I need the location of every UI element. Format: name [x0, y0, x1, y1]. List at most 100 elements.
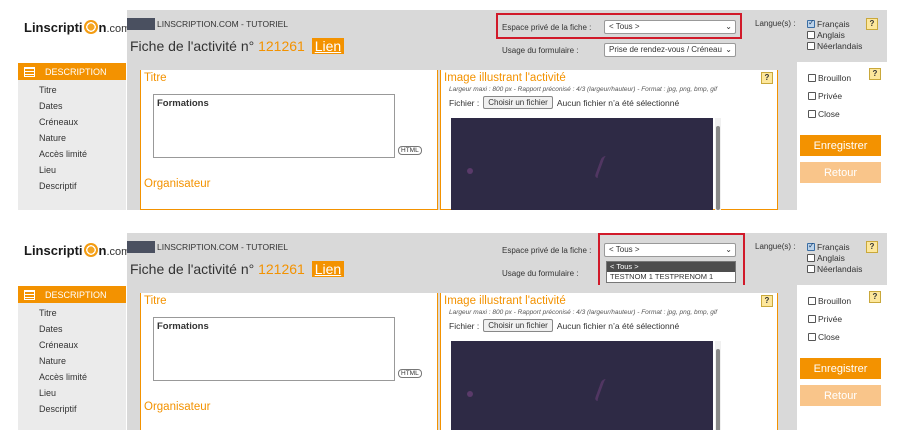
- checkbox-icon: [807, 241, 815, 251]
- usage-select[interactable]: Prise de rendez-vous / Créneau ⌄: [604, 43, 736, 57]
- help-icon[interactable]: ?: [866, 241, 878, 253]
- brouillon-checkbox[interactable]: Brouillon: [808, 69, 851, 87]
- scroll-thumb[interactable]: [716, 126, 720, 210]
- highlight-box: [496, 13, 742, 39]
- file-status: Aucun fichier n’a été sélectionné: [556, 320, 680, 331]
- languages-list: Français Anglais Néerlandais: [807, 18, 862, 51]
- help-icon[interactable]: ?: [869, 291, 881, 303]
- lang-anglais-checkbox[interactable]: Anglais: [807, 252, 862, 263]
- file-input-row: Fichier : Choisir un fichier Aucun fichi…: [449, 96, 680, 109]
- file-status: Aucun fichier n’a été sélectionné: [556, 97, 680, 108]
- image-preview: [451, 341, 713, 430]
- nav-item-lieu[interactable]: Lieu: [39, 162, 126, 178]
- decorative-shape: [593, 156, 615, 178]
- privee-checkbox[interactable]: Privée: [808, 87, 851, 105]
- lang-neerlandais-checkbox[interactable]: Néerlandais: [807, 40, 862, 51]
- nav-item-lieu[interactable]: Lieu: [39, 385, 126, 401]
- help-icon[interactable]: ?: [761, 295, 773, 307]
- nav-item-nature[interactable]: Nature: [39, 353, 126, 369]
- site-logo[interactable]: Linscripti n.com: [24, 20, 130, 35]
- nav-item-descriptif[interactable]: Descriptif: [39, 401, 126, 417]
- help-icon[interactable]: ?: [866, 18, 878, 30]
- image-heading: Image illustrant l'activité: [444, 295, 566, 307]
- html-button[interactable]: HTML: [398, 146, 422, 155]
- scroll-thumb[interactable]: [716, 349, 720, 430]
- choose-file-button[interactable]: Choisir un fichier: [483, 96, 553, 109]
- checkbox-icon: [807, 253, 815, 262]
- fiche-number: 121261: [258, 261, 305, 277]
- site-logo[interactable]: Linscripti n.com: [24, 243, 130, 258]
- nav-description-header[interactable]: DESCRIPTION: [18, 63, 126, 80]
- checkbox-icon: [807, 41, 815, 50]
- usage-label: Usage du formulaire :: [502, 269, 579, 278]
- checkbox-icon: [808, 297, 816, 305]
- back-button[interactable]: Retour: [800, 385, 881, 406]
- languages-list: Français Anglais Néerlandais: [807, 241, 862, 274]
- fiche-number: 121261: [258, 38, 305, 54]
- lang-anglais-checkbox[interactable]: Anglais: [807, 29, 862, 40]
- help-icon[interactable]: ?: [761, 72, 773, 84]
- organisateur-heading: Organisateur: [144, 401, 211, 413]
- sun-icon: [83, 243, 98, 257]
- image-requirements-note: Largeur maxi : 800 px - Rapport préconis…: [449, 309, 718, 316]
- titre-textarea[interactable]: Formations: [153, 94, 395, 158]
- titre-heading: Titre: [144, 295, 167, 307]
- org-logo-block: [127, 18, 155, 30]
- lien-link[interactable]: Lien: [311, 261, 345, 277]
- titre-textarea[interactable]: Formations: [153, 317, 395, 381]
- dropdown-option[interactable]: TESTNOM 1 TESTPRENOM 1: [607, 272, 735, 282]
- image-preview: [451, 118, 713, 210]
- back-button[interactable]: Retour: [800, 162, 881, 183]
- nav-description-header[interactable]: DESCRIPTION: [18, 286, 126, 303]
- nav-item-acces-limite[interactable]: Accès limité: [39, 369, 126, 385]
- lang-francais-checkbox[interactable]: Français: [807, 241, 862, 252]
- brouillon-checkbox[interactable]: Brouillon: [808, 292, 851, 310]
- languages-label: Langue(s) :: [755, 242, 796, 251]
- decorative-shape: [593, 379, 615, 401]
- screenshot-panel-open: Linscripti n.com LINSCRIPTION.COM - TUTOR…: [0, 233, 900, 430]
- lang-francais-checkbox[interactable]: Français: [807, 18, 862, 29]
- options-list: Brouillon Privée Close: [808, 69, 851, 123]
- organisateur-heading: Organisateur: [144, 178, 211, 190]
- checkbox-icon: [808, 74, 816, 82]
- image-requirements-note: Largeur maxi : 800 px - Rapport préconis…: [449, 86, 718, 93]
- save-button[interactable]: Enregistrer: [800, 135, 881, 156]
- chevron-down-icon: ⌄: [725, 45, 732, 54]
- nav-item-creneaux[interactable]: Créneaux: [39, 337, 126, 353]
- page-title: Fiche de l'activité n° 121261 Lien: [130, 261, 345, 277]
- preview-scrollbar[interactable]: [715, 341, 721, 430]
- image-section: Image illustrant l'activité ? Largeur ma…: [440, 293, 778, 430]
- image-section: Image illustrant l'activité ? Largeur ma…: [440, 70, 778, 210]
- nav-item-creneaux[interactable]: Créneaux: [39, 114, 126, 130]
- checkbox-icon: [808, 110, 816, 118]
- nav-item-dates[interactable]: Dates: [39, 321, 126, 337]
- save-button[interactable]: Enregistrer: [800, 358, 881, 379]
- nav-list: Titre Dates Créneaux Nature Accès limité…: [18, 80, 126, 210]
- lang-neerlandais-checkbox[interactable]: Néerlandais: [807, 263, 862, 274]
- nav-item-titre[interactable]: Titre: [39, 82, 126, 98]
- titre-section: Titre Formations HTML Organisateur: [140, 293, 438, 430]
- titre-heading: Titre: [144, 72, 167, 84]
- lien-link[interactable]: Lien: [311, 38, 345, 54]
- decorative-dot: [467, 168, 473, 174]
- nav-item-dates[interactable]: Dates: [39, 98, 126, 114]
- help-icon[interactable]: ?: [869, 68, 881, 80]
- privee-checkbox[interactable]: Privée: [808, 310, 851, 328]
- dropdown-option[interactable]: < Tous >: [607, 262, 735, 272]
- nav-item-nature[interactable]: Nature: [39, 130, 126, 146]
- nav-item-descriptif[interactable]: Descriptif: [39, 178, 126, 194]
- titre-section: Titre Formations HTML Organisateur: [140, 70, 438, 210]
- preview-scrollbar[interactable]: [715, 118, 721, 210]
- html-button[interactable]: HTML: [398, 369, 422, 378]
- checkbox-icon: [807, 30, 815, 39]
- breadcrumb: LINSCRIPTION.COM - TUTORIEL: [127, 18, 288, 30]
- choose-file-button[interactable]: Choisir un fichier: [483, 319, 553, 332]
- nav-item-titre[interactable]: Titre: [39, 305, 126, 321]
- nav-item-acces-limite[interactable]: Accès limité: [39, 146, 126, 162]
- close-checkbox[interactable]: Close: [808, 328, 851, 346]
- checkbox-icon: [808, 315, 816, 323]
- screenshot-panel-closed: Linscripti n.com LINSCRIPTION.COM - TUTOR…: [0, 10, 900, 210]
- file-input-row: Fichier : Choisir un fichier Aucun fichi…: [449, 319, 680, 332]
- decorative-dot: [467, 391, 473, 397]
- close-checkbox[interactable]: Close: [808, 105, 851, 123]
